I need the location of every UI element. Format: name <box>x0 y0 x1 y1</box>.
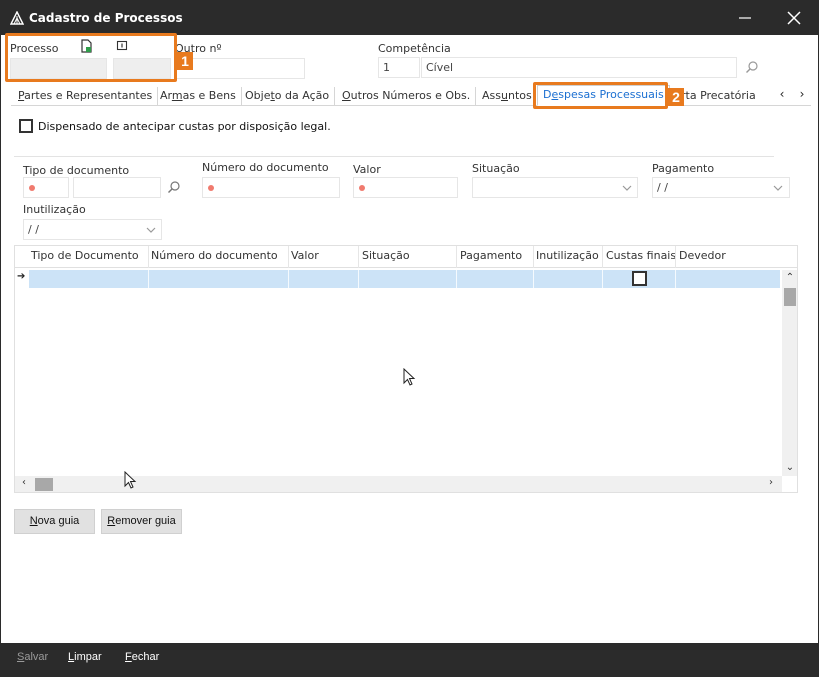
vertical-scroll-thumb[interactable] <box>784 288 796 306</box>
valor-field[interactable] <box>353 177 458 198</box>
tipo-documento-label: Tipo de documento <box>23 164 130 177</box>
minimize-icon <box>739 17 751 19</box>
cadastro-processos-window: Cadastro de Processos Processo Outro nº … <box>0 0 819 677</box>
close-icon <box>787 11 801 25</box>
tipo-documento-search-icon[interactable] <box>167 180 181 194</box>
tab-carta-precatoria[interactable]: rta Precatória <box>676 87 761 105</box>
situacao-select[interactable] <box>472 177 638 198</box>
col-pagamento[interactable]: Pagamento <box>460 249 522 262</box>
scroll-right-icon[interactable]: › <box>764 477 778 488</box>
scroll-up-icon[interactable]: ⌃ <box>783 272 797 283</box>
scroll-left-icon[interactable]: ‹ <box>17 477 31 488</box>
col-devedor[interactable]: Devedor <box>679 249 726 262</box>
scroll-down-icon[interactable]: ⌄ <box>783 462 797 473</box>
situacao-label: Situação <box>472 162 520 175</box>
table-row[interactable] <box>29 270 780 288</box>
col-tipo-documento[interactable]: Tipo de Documento <box>31 249 139 262</box>
bottom-action-bar: Salvar Limpar Fechar <box>1 643 818 676</box>
col-numero-documento[interactable]: Número do documento <box>151 249 278 262</box>
app-logo-icon <box>10 11 24 25</box>
close-button[interactable] <box>783 7 805 29</box>
competencia-code-field[interactable]: 1 <box>378 57 420 78</box>
competencia-label: Competência <box>378 42 451 55</box>
outro-numero-field[interactable] <box>175 58 305 79</box>
tab-objeto-acao[interactable]: Objeto da Ação <box>240 87 336 105</box>
custas-finais-checkbox[interactable] <box>632 271 647 286</box>
col-custas-finais[interactable]: Custas finais <box>606 249 676 262</box>
tab-armas-bens[interactable]: Armas e Bens <box>155 87 242 105</box>
salvar-button[interactable]: Salvar <box>17 651 48 663</box>
required-indicator <box>208 185 214 191</box>
numero-documento-label: Número do documento <box>202 161 329 174</box>
window-title: Cadastro de Processos <box>29 11 183 25</box>
grid-header: Tipo de Documento Número do documento Va… <box>15 246 797 268</box>
highlight-box-1 <box>5 33 177 82</box>
dispensado-checkbox[interactable] <box>19 119 33 133</box>
highlight-box-2 <box>533 82 668 109</box>
required-indicator <box>359 185 365 191</box>
nova-guia-button[interactable]: Nova guia <box>14 509 95 534</box>
chevron-down-icon[interactable] <box>772 182 784 194</box>
tab-bar: Partes e Representantes Armas e Bens Obj… <box>11 85 811 106</box>
limpar-button[interactable]: Limpar <box>68 651 102 663</box>
col-valor[interactable]: Valor <box>291 249 319 262</box>
annotation-badge-1: 1 <box>177 52 193 70</box>
numero-documento-field[interactable] <box>202 177 340 198</box>
vertical-scrollbar[interactable]: ⌃ ⌄ <box>782 270 797 476</box>
tab-partes-representantes[interactable]: Partes e Representantes <box>13 87 159 105</box>
inutilizacao-date-field[interactable]: / / <box>23 219 162 240</box>
annotation-badge-2: 2 <box>668 88 684 106</box>
col-situacao[interactable]: Situação <box>362 249 410 262</box>
pagamento-date-field[interactable]: / / <box>652 177 790 198</box>
chevron-down-icon[interactable] <box>145 224 157 236</box>
current-row-arrow-icon: ➔ <box>17 271 26 282</box>
minimize-button[interactable] <box>734 7 756 29</box>
title-bar: Cadastro de Processos <box>1 1 818 35</box>
pagamento-label: Pagamento <box>652 162 715 175</box>
col-inutilizacao[interactable]: Inutilização <box>536 249 599 262</box>
inutilizacao-label: Inutilização <box>23 203 86 216</box>
competencia-search-icon[interactable] <box>745 60 759 74</box>
section-divider <box>14 156 774 157</box>
remover-guia-button[interactable]: Remover guia <box>101 509 182 534</box>
tipo-documento-name-field[interactable] <box>73 177 161 198</box>
dispensado-label: Dispensado de antecipar custas por dispo… <box>38 120 331 133</box>
tab-scroll-left-icon[interactable]: ‹ <box>775 87 789 103</box>
required-indicator <box>29 185 35 191</box>
tab-assuntos[interactable]: Assuntos <box>477 87 538 105</box>
horizontal-scroll-thumb[interactable] <box>35 478 53 491</box>
chevron-down-icon[interactable] <box>621 182 633 194</box>
tab-scroll-right-icon[interactable]: › <box>795 87 809 103</box>
mouse-pointer-icon <box>403 368 416 386</box>
fechar-button[interactable]: Fechar <box>125 651 159 663</box>
valor-label: Valor <box>353 163 381 176</box>
mouse-pointer-icon <box>124 471 137 489</box>
competencia-name-field[interactable]: Cível <box>421 57 737 78</box>
tab-outros-numeros[interactable]: Outros Números e Obs. <box>337 87 477 105</box>
